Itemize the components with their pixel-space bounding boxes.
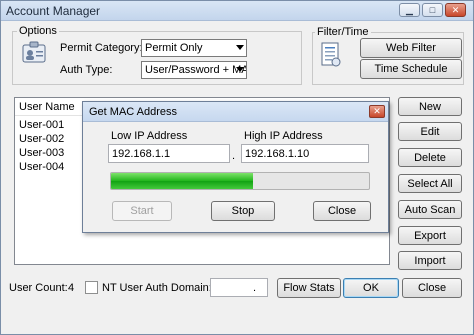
permit-category-value: Permit Only	[145, 42, 203, 54]
minimize-button[interactable]: ▁	[399, 3, 420, 17]
dialog-close-icon[interactable]: ✕	[369, 105, 385, 118]
list-item[interactable]: User-004	[19, 161, 64, 176]
title-bar: Account Manager ▁ □ ✕	[1, 1, 473, 21]
high-ip-label: High IP Address	[244, 130, 323, 142]
select-all-button[interactable]: Select All	[398, 174, 462, 193]
user-count-label: User Count:	[9, 282, 68, 294]
account-manager-window: Account Manager ▁ □ ✕ Options Permit Cat…	[0, 0, 474, 335]
user-name-column-header[interactable]: User Name	[19, 101, 75, 113]
close-button[interactable]: Close	[402, 278, 462, 298]
document-filter-icon	[319, 41, 343, 69]
permit-category-select[interactable]: Permit Only	[141, 39, 247, 57]
dialog-title: Get MAC Address	[89, 106, 178, 118]
close-icon: ✕	[451, 4, 460, 15]
web-filter-button[interactable]: Web Filter	[360, 38, 462, 58]
domain-input-value: .	[253, 282, 257, 294]
ok-button[interactable]: OK	[343, 278, 399, 298]
window-title: Account Manager	[6, 4, 101, 18]
import-button[interactable]: Import	[398, 251, 462, 270]
permit-category-label: Permit Category:	[60, 42, 143, 54]
maximize-button[interactable]: □	[422, 3, 443, 17]
chevron-down-icon	[236, 45, 244, 50]
stop-button[interactable]: Stop	[211, 201, 275, 221]
list-item[interactable]: User-002	[19, 133, 64, 148]
maximize-icon: □	[429, 4, 436, 15]
get-mac-address-dialog: Get MAC Address ✕ Low IP Address 192.168…	[82, 101, 389, 233]
new-button[interactable]: New	[398, 97, 462, 116]
user-count-value: 4	[68, 282, 75, 294]
edit-button[interactable]: Edit	[398, 122, 462, 141]
delete-button[interactable]: Delete	[398, 148, 462, 167]
low-ip-label: Low IP Address	[111, 130, 188, 142]
auto-scan-button[interactable]: Auto Scan	[398, 200, 462, 219]
scan-progress-fill	[111, 173, 253, 189]
list-item[interactable]: User-003	[19, 147, 64, 162]
ip-range-separator: .	[232, 150, 236, 162]
chevron-down-icon	[236, 67, 244, 72]
domain-input[interactable]: .	[210, 278, 268, 297]
list-item[interactable]: User-001	[19, 119, 64, 134]
minimize-icon: ▁	[406, 4, 413, 15]
options-group-label: Options	[17, 25, 59, 37]
scan-progress-bar	[110, 172, 370, 190]
nt-auth-checkbox[interactable]	[85, 281, 98, 294]
auth-type-label: Auth Type:	[60, 64, 113, 76]
flow-stats-button[interactable]: Flow Stats	[277, 278, 341, 298]
filter-time-group-label: Filter/Time	[315, 26, 371, 38]
user-card-icon	[21, 41, 47, 65]
dialog-title-bar: Get MAC Address ✕	[83, 102, 388, 122]
high-ip-input[interactable]: 192.168.1.10	[241, 144, 369, 163]
export-button[interactable]: Export	[398, 226, 462, 245]
auth-type-value: User/Password + MAC	[145, 64, 247, 76]
start-button[interactable]: Start	[112, 201, 172, 221]
low-ip-input[interactable]: 192.168.1.1	[108, 144, 230, 163]
time-schedule-button[interactable]: Time Schedule	[360, 59, 462, 79]
dialog-close-button[interactable]: Close	[313, 201, 371, 221]
auth-type-select[interactable]: User/Password + MAC	[141, 61, 247, 79]
nt-auth-label: NT User Auth Domain:	[102, 282, 212, 294]
close-window-button[interactable]: ✕	[445, 3, 466, 17]
